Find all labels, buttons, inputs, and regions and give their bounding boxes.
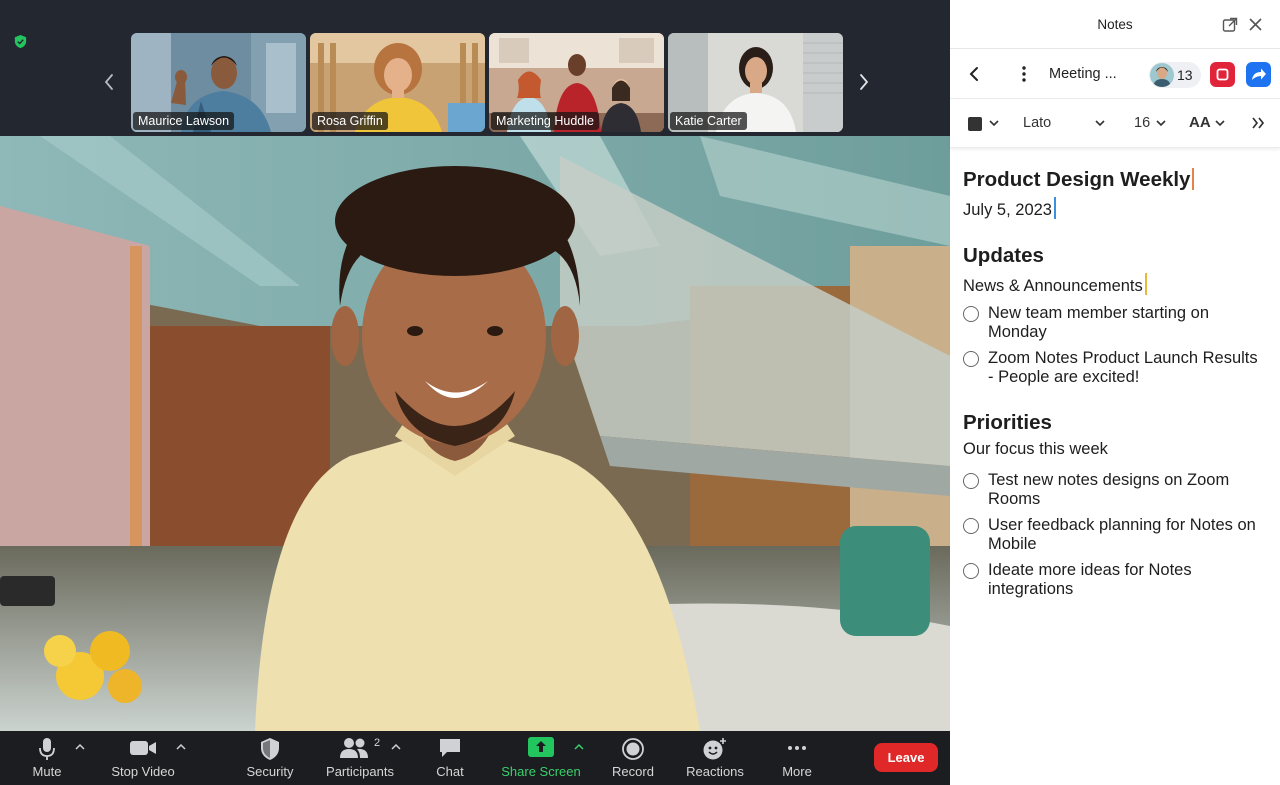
font-family-select[interactable]: Lato [1023, 115, 1051, 131]
note-date: July 5, 2023 [963, 197, 1056, 220]
chat-bubble-icon [440, 739, 460, 757]
collaborator-cursor [1144, 273, 1147, 295]
audio-options-chevron-up-icon[interactable] [75, 743, 85, 750]
task-item[interactable]: Zoom Notes Product Launch Results - Peop… [963, 349, 1263, 389]
more-options-kebab-icon[interactable] [1021, 65, 1027, 83]
task-checkbox[interactable] [963, 563, 979, 579]
collaborators-badge[interactable]: 13 [1149, 62, 1201, 88]
stop-sharing-button[interactable] [1210, 62, 1235, 87]
chevron-down-icon[interactable] [989, 120, 999, 127]
chevron-down-icon[interactable] [1095, 120, 1105, 127]
chat-button[interactable]: Chat [425, 731, 475, 785]
task-checkbox[interactable] [963, 351, 979, 367]
microphone-icon [39, 738, 55, 760]
formatting-toolbar: Lato 16 AA [950, 100, 1280, 148]
task-checkbox[interactable] [963, 473, 979, 489]
section-subtitle: Our focus this week [963, 440, 1108, 458]
leave-meeting-button[interactable]: Leave [874, 743, 938, 772]
meeting-toolbar: Mute Stop Video Security 2 Participants … [0, 731, 950, 785]
task-item[interactable]: Ideate more ideas for Notes integrations [963, 561, 1263, 601]
document-name[interactable]: Meeting ... [1049, 66, 1117, 82]
participants-count: 2 [374, 737, 381, 749]
task-checkbox[interactable] [963, 518, 979, 534]
participants-options-chevron-up-icon[interactable] [391, 743, 401, 750]
mute-button[interactable]: Mute [22, 731, 72, 785]
participant-thumbnail[interactable]: Marketing Huddle [489, 33, 664, 132]
reactions-button[interactable]: Reactions [680, 731, 750, 785]
more-button[interactable]: More [772, 731, 822, 785]
participant-thumbnail[interactable]: Rosa Griffin [310, 33, 485, 132]
participant-name: Marketing Huddle [491, 112, 599, 130]
thumbnails-prev-icon[interactable] [102, 70, 116, 94]
section-title: Updates [963, 244, 1044, 267]
meeting-video-area: Maurice Lawson Rosa Griffin Marketing Hu… [0, 0, 950, 785]
share-screen-button[interactable]: Share Screen [498, 731, 584, 785]
participant-name: Rosa Griffin [312, 112, 388, 130]
collaborator-avatar [1150, 63, 1174, 87]
more-formatting-double-chevron-icon[interactable] [1251, 116, 1265, 130]
section-subtitle: News & Announcements [963, 273, 1147, 296]
back-chevron-icon[interactable] [968, 66, 980, 82]
security-shield-icon [261, 738, 279, 760]
task-checkbox[interactable] [963, 306, 979, 322]
collaborator-cursor [1192, 168, 1195, 190]
active-speaker-video [0, 136, 950, 731]
notes-panel: Notes Meeting ... 13 Lato 16 AA Product … [950, 0, 1280, 785]
font-size-select[interactable]: 16 [1134, 115, 1150, 131]
video-options-chevron-up-icon[interactable] [176, 743, 186, 750]
stop-video-button[interactable]: Stop Video [105, 731, 181, 785]
security-button[interactable]: Security [238, 731, 302, 785]
share-screen-icon [528, 737, 554, 757]
popout-icon[interactable] [1222, 17, 1238, 33]
share-arrow-icon [1252, 68, 1266, 80]
text-color-picker[interactable] [968, 117, 982, 131]
share-note-button[interactable] [1246, 62, 1271, 87]
participants-button[interactable]: 2 Participants [322, 731, 398, 785]
chevron-down-icon[interactable] [1156, 120, 1166, 127]
collaborator-count: 13 [1177, 67, 1193, 83]
notes-title-bar: Notes [950, 0, 1280, 49]
reactions-emoji-icon [703, 738, 726, 760]
record-icon [622, 738, 644, 760]
share-options-chevron-up-icon[interactable] [574, 743, 584, 750]
participant-thumbnail[interactable]: Katie Carter [668, 33, 843, 132]
record-button[interactable]: Record [606, 731, 660, 785]
thumbnail-strip: Maurice Lawson Rosa Griffin Marketing Hu… [0, 0, 950, 136]
collaborator-cursor [1053, 197, 1056, 219]
task-item[interactable]: New team member starting on Monday [963, 304, 1263, 344]
notes-nav-bar: Meeting ... 13 [950, 50, 1280, 99]
participant-name: Maurice Lawson [133, 112, 235, 130]
section-title: Priorities [963, 411, 1052, 434]
close-icon[interactable] [1248, 17, 1263, 32]
participant-thumbnail[interactable]: Maurice Lawson [131, 33, 306, 132]
task-item[interactable]: Test new notes designs on Zoom Rooms [963, 471, 1263, 511]
chevron-down-icon[interactable] [1215, 120, 1225, 127]
participants-icon [340, 738, 368, 758]
stop-icon [1216, 68, 1229, 81]
encryption-shield-icon [14, 34, 27, 49]
participant-name: Katie Carter [670, 112, 747, 130]
thumbnails-next-icon[interactable] [857, 70, 871, 94]
text-size-icon[interactable]: AA [1189, 114, 1211, 131]
task-item[interactable]: User feedback planning for Notes on Mobi… [963, 516, 1263, 556]
more-dots-icon [788, 746, 806, 750]
note-heading: Product Design Weekly [963, 168, 1195, 192]
video-camera-icon [130, 741, 156, 755]
